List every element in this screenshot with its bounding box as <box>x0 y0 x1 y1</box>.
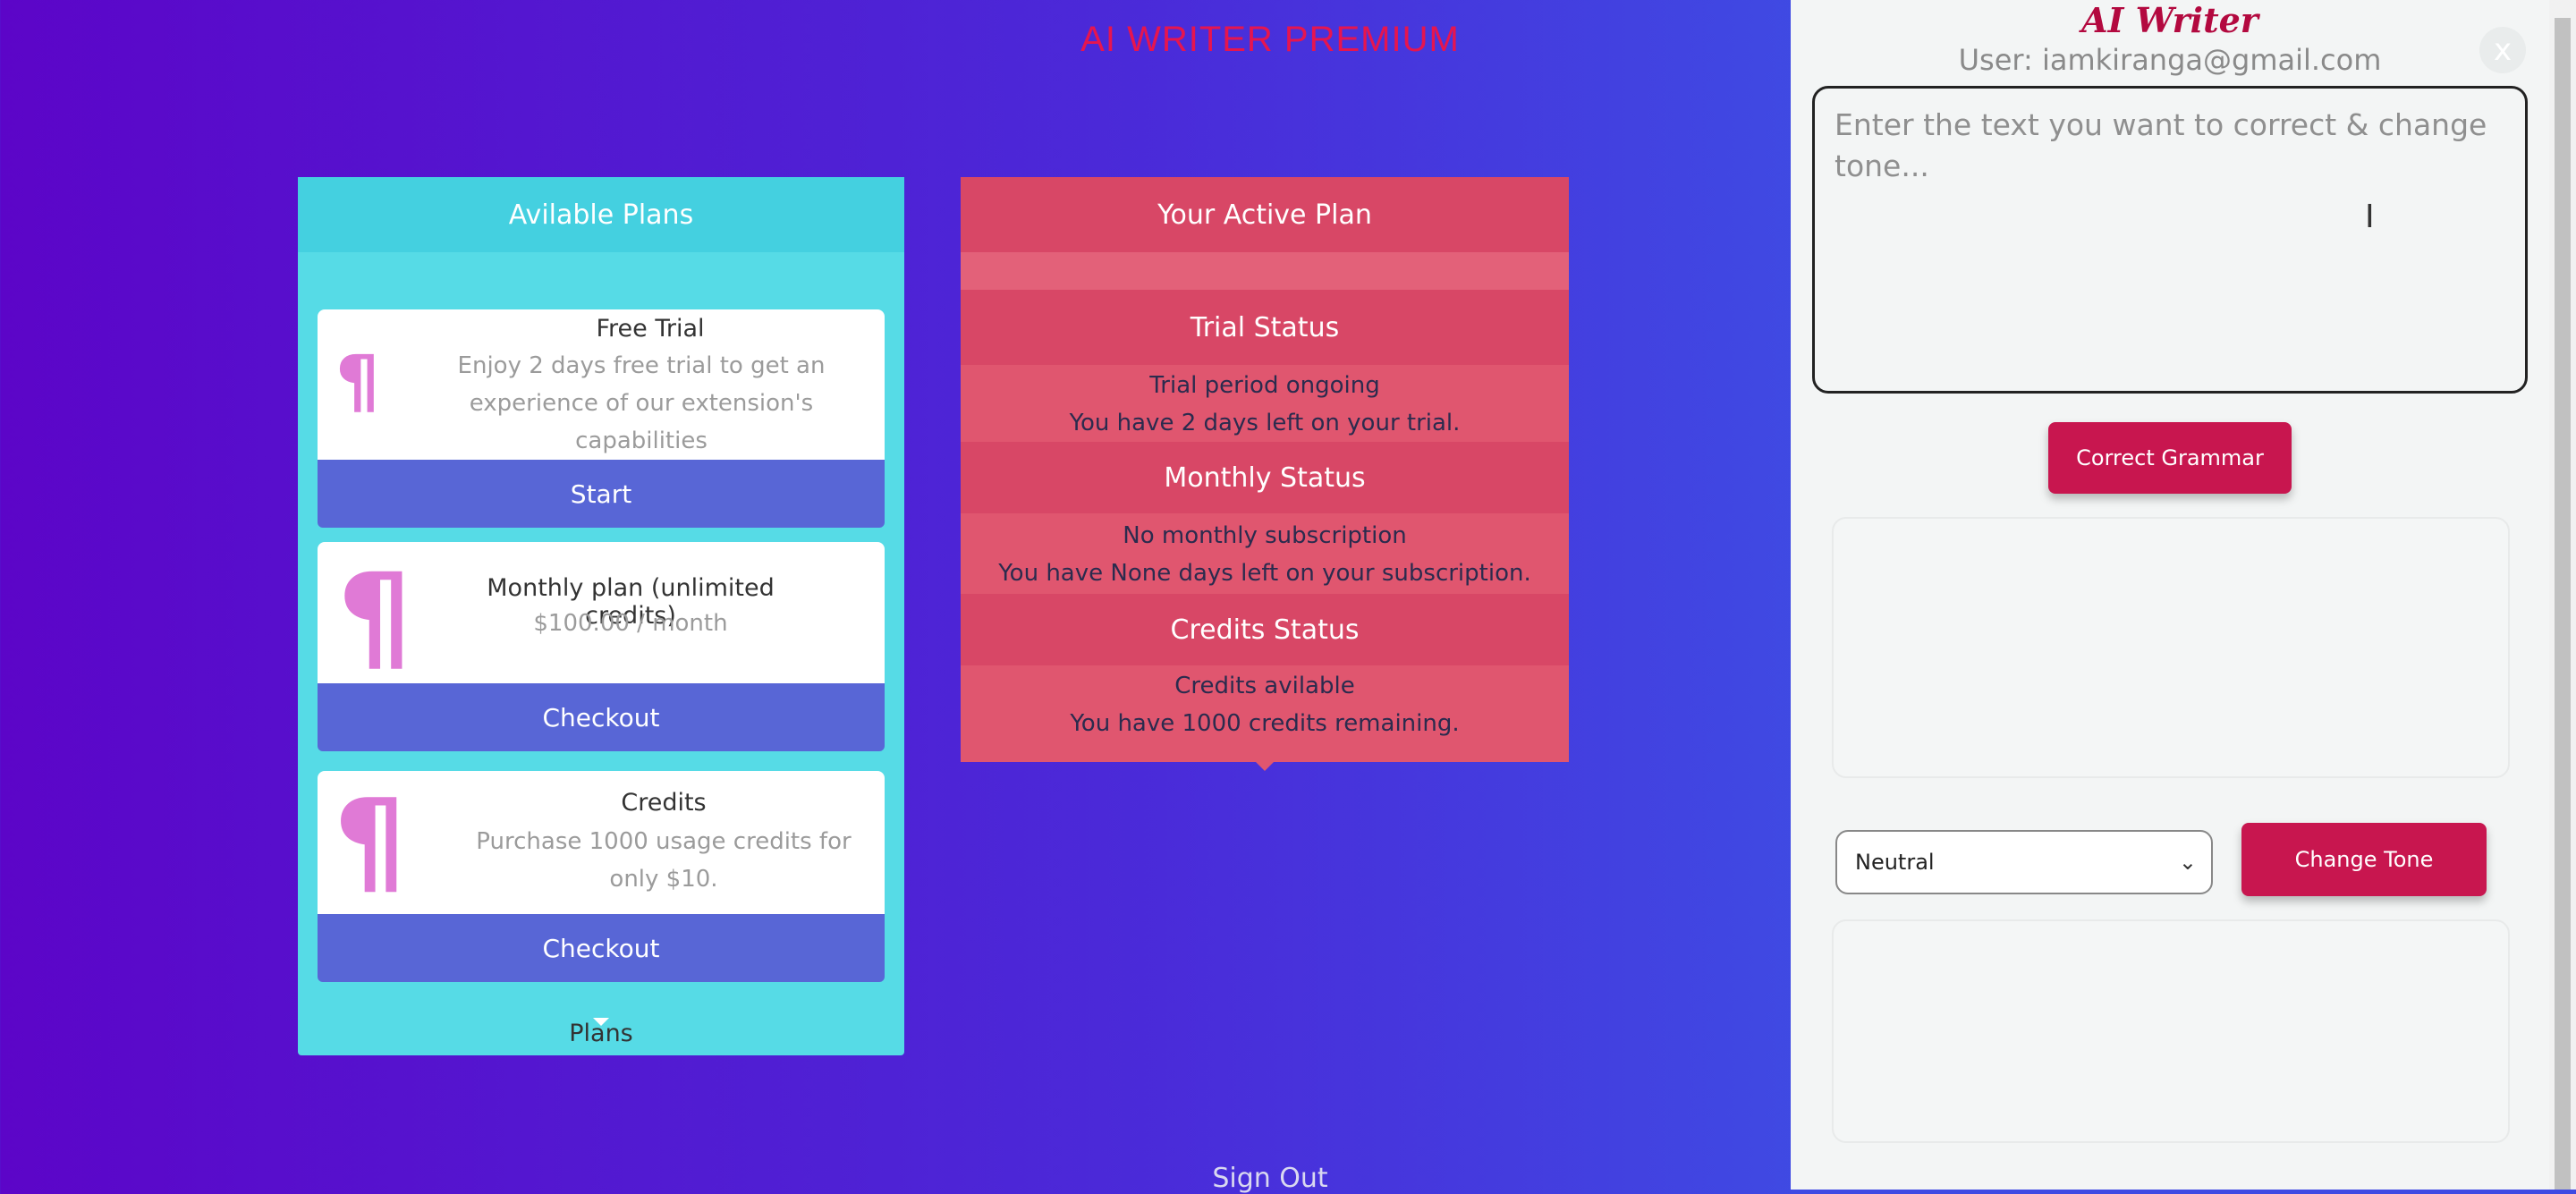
credits-status-title: Credits Status <box>961 594 1569 665</box>
caret-down-icon <box>1256 762 1274 771</box>
correct-grammar-button[interactable]: Correct Grammar <box>2048 422 2292 494</box>
scrollbar-thumb[interactable] <box>2555 18 2571 1190</box>
active-plan-panel: Your Active Plan Trial Status Trial peri… <box>961 177 1569 762</box>
monthly-status-line1: No monthly subscription <box>1123 522 1407 549</box>
checkout-monthly-button[interactable]: Checkout <box>318 683 885 751</box>
plans-header: Avilable Plans <box>298 177 904 252</box>
brand-title: AI Writer <box>2081 0 2258 40</box>
ai-writer-side-panel: AI Writer User: iamkiranga@gmail.com x E… <box>1791 0 2549 1190</box>
pilcrow-icon: ¶ <box>337 548 412 683</box>
close-button[interactable]: x <box>2479 27 2526 73</box>
trial-status-line2: You have 2 days left on your trial. <box>1069 410 1461 436</box>
monthly-status-title: Monthly Status <box>961 442 1569 513</box>
change-tone-button[interactable]: Change Tone <box>2241 823 2487 896</box>
plan-card-credits: ¶ Credits Purchase 1000 usage credits fo… <box>318 771 885 914</box>
start-trial-button[interactable]: Start <box>318 460 885 528</box>
plan-price: $100.00 / month <box>533 610 728 637</box>
tone-select[interactable]: Neutral ⌄ <box>1835 830 2213 894</box>
pilcrow-icon: ¶ <box>334 775 407 909</box>
tone-select-value: Neutral <box>1855 850 1935 875</box>
available-plans-panel: Avilable Plans ¶ Free Trial Enjoy 2 days… <box>298 177 904 1055</box>
trial-status-title: Trial Status <box>961 290 1569 365</box>
plan-title: Free Trial <box>596 315 705 343</box>
trial-status-line1: Trial period ongoing <box>1149 372 1380 399</box>
user-email: User: iamkiranga@gmail.com <box>1958 43 2382 77</box>
plan-description: Enjoy 2 days free trial to get an experi… <box>457 352 826 454</box>
tone-output-box <box>1832 919 2510 1143</box>
plan-title: Credits <box>621 789 707 817</box>
plan-card-monthly: ¶ Monthly plan (unlimited credits) $100.… <box>318 542 885 683</box>
plan-description: Purchase 1000 usage credits for only $10… <box>476 828 852 893</box>
main-area: AI WRITER PREMIUM Avilable Plans ¶ Free … <box>0 0 1791 1194</box>
divider <box>961 252 1569 290</box>
active-plan-header: Your Active Plan <box>961 177 1569 252</box>
plans-footer-label: Plans <box>569 1020 633 1047</box>
pilcrow-icon: ¶ <box>335 342 380 422</box>
plan-card-free-trial: ¶ Free Trial Enjoy 2 days free trial to … <box>318 309 885 460</box>
chevron-down-icon: ⌄ <box>2178 850 2197 875</box>
credits-status-line1: Credits avilable <box>1174 673 1355 699</box>
text-input[interactable]: Enter the text you want to correct & cha… <box>1812 86 2528 394</box>
checkout-credits-button[interactable]: Checkout <box>318 914 885 982</box>
monthly-status-line2: You have None days left on your subscrip… <box>998 560 1531 587</box>
credits-status-line2: You have 1000 credits remaining. <box>1070 710 1460 737</box>
scrollbar[interactable] <box>2549 0 2576 1190</box>
corrected-output-box <box>1832 517 2510 778</box>
text-cursor-icon: I <box>2365 199 2375 235</box>
